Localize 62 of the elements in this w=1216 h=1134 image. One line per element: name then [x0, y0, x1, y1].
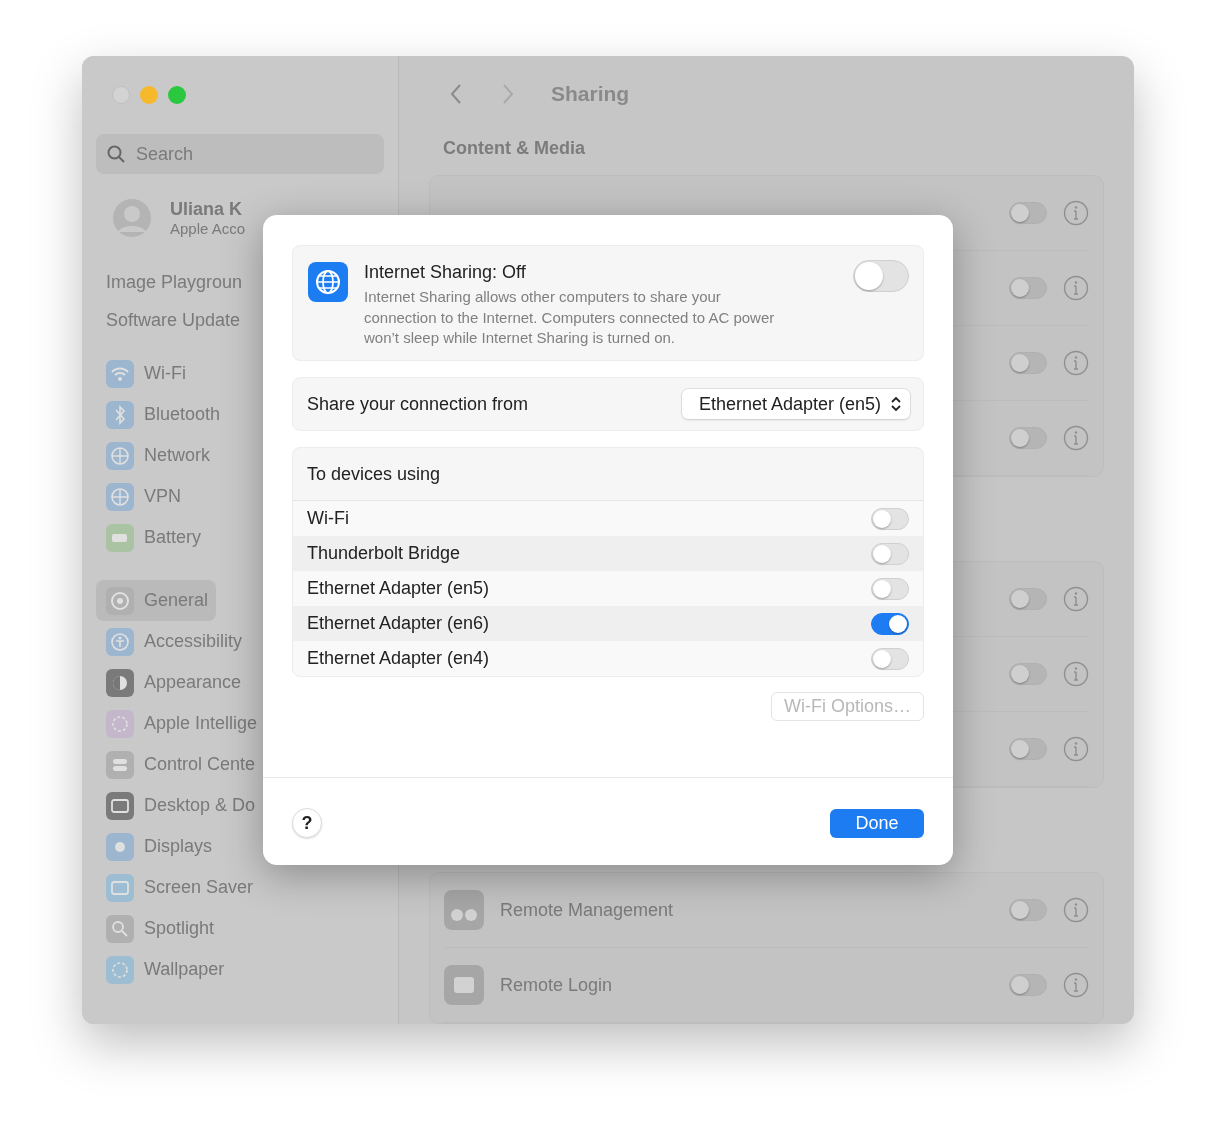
sidebar-item[interactable]: Bluetooth: [96, 394, 229, 435]
toggle-switch[interactable]: [871, 612, 909, 635]
info-icon[interactable]: [1063, 275, 1089, 301]
section-heading: Content & Media: [443, 138, 586, 159]
setting-label: Remote Management: [500, 899, 674, 921]
list-heading: To devices using: [307, 463, 441, 485]
popup-button[interactable]: Ethernet Adapter (en5): [681, 389, 910, 419]
toggle-switch[interactable]: [1009, 202, 1047, 224]
info-icon[interactable]: [1063, 972, 1089, 998]
sidebar-item[interactable]: Wi-Fi: [96, 353, 194, 394]
dialog-title: Internet Sharing: Off: [364, 262, 527, 283]
toggle-switch[interactable]: [1009, 277, 1047, 299]
device-label: Ethernet Adapter (en5): [307, 578, 490, 599]
sidebar-item[interactable]: Apple Intellige: [96, 703, 266, 744]
search-icon: [107, 145, 125, 163]
sidebar-item[interactable]: Wallpaper: [96, 949, 233, 990]
info-icon[interactable]: [1063, 425, 1089, 451]
zoom-button[interactable]: [168, 86, 186, 104]
toggle-switch[interactable]: [1009, 352, 1047, 374]
search-field[interactable]: Search: [96, 134, 384, 174]
setting-label: Share your connection from: [307, 393, 529, 415]
toggle-switch[interactable]: [1009, 588, 1047, 610]
info-icon[interactable]: [1063, 200, 1089, 226]
sidebar-item[interactable]: Screen Saver: [96, 867, 262, 908]
chevron-up-down-icon: [891, 396, 901, 412]
globe-icon: [308, 262, 348, 302]
done-button[interactable]: Done: [830, 808, 924, 838]
device-label: Ethernet Adapter (en6): [307, 613, 490, 634]
sidebar-item[interactable]: Software Update: [106, 310, 241, 331]
description-text: Internet Sharing allows other computers to share your connection to the Internet. Computers connected to AC power won’t sleep while Internet Sharing is turned on.: [364, 287, 776, 348]
sidebar-item[interactable]: Spotlight: [96, 908, 223, 949]
forward-icon[interactable]: [501, 83, 515, 105]
info-icon[interactable]: [1063, 350, 1089, 376]
device-label: Ethernet Adapter (en4): [307, 648, 490, 669]
sidebar-item[interactable]: Desktop & Do: [96, 785, 264, 826]
toggle-switch[interactable]: [1009, 899, 1047, 921]
account-name: Uliana K: [170, 199, 244, 220]
toggle-switch[interactable]: [1009, 974, 1047, 996]
minimize-button[interactable]: [140, 86, 158, 104]
toggle-switch[interactable]: [1009, 738, 1047, 760]
sidebar-item[interactable]: General: [96, 580, 217, 621]
sidebar-item[interactable]: VPN: [96, 476, 189, 517]
info-icon[interactable]: [1063, 897, 1089, 923]
info-icon[interactable]: [1063, 661, 1089, 687]
info-icon[interactable]: [1063, 586, 1089, 612]
toggle-switch[interactable]: [1009, 663, 1047, 685]
toggle-switch[interactable]: [1009, 427, 1047, 449]
sidebar-item[interactable]: Displays: [96, 826, 221, 867]
back-icon[interactable]: [449, 83, 463, 105]
info-icon[interactable]: [1063, 736, 1089, 762]
sidebar-item[interactable]: Battery: [96, 517, 210, 558]
sidebar-item[interactable]: Control Cente: [96, 744, 264, 785]
sidebar-item[interactable]: Accessibility: [96, 621, 251, 662]
help-button[interactable]: ?: [292, 808, 322, 838]
window-title: Sharing: [551, 82, 630, 106]
sidebar-item[interactable]: Image Playgroun: [106, 272, 243, 293]
device-label: Wi-Fi: [307, 508, 349, 529]
sidebar-item[interactable]: Appearance: [96, 662, 250, 703]
sidebar-item[interactable]: Network: [96, 435, 218, 476]
device-label: Thunderbolt Bridge: [307, 543, 461, 564]
setting-label: Remote Login: [500, 974, 613, 996]
account-subtitle: Apple Acco: [170, 220, 246, 237]
